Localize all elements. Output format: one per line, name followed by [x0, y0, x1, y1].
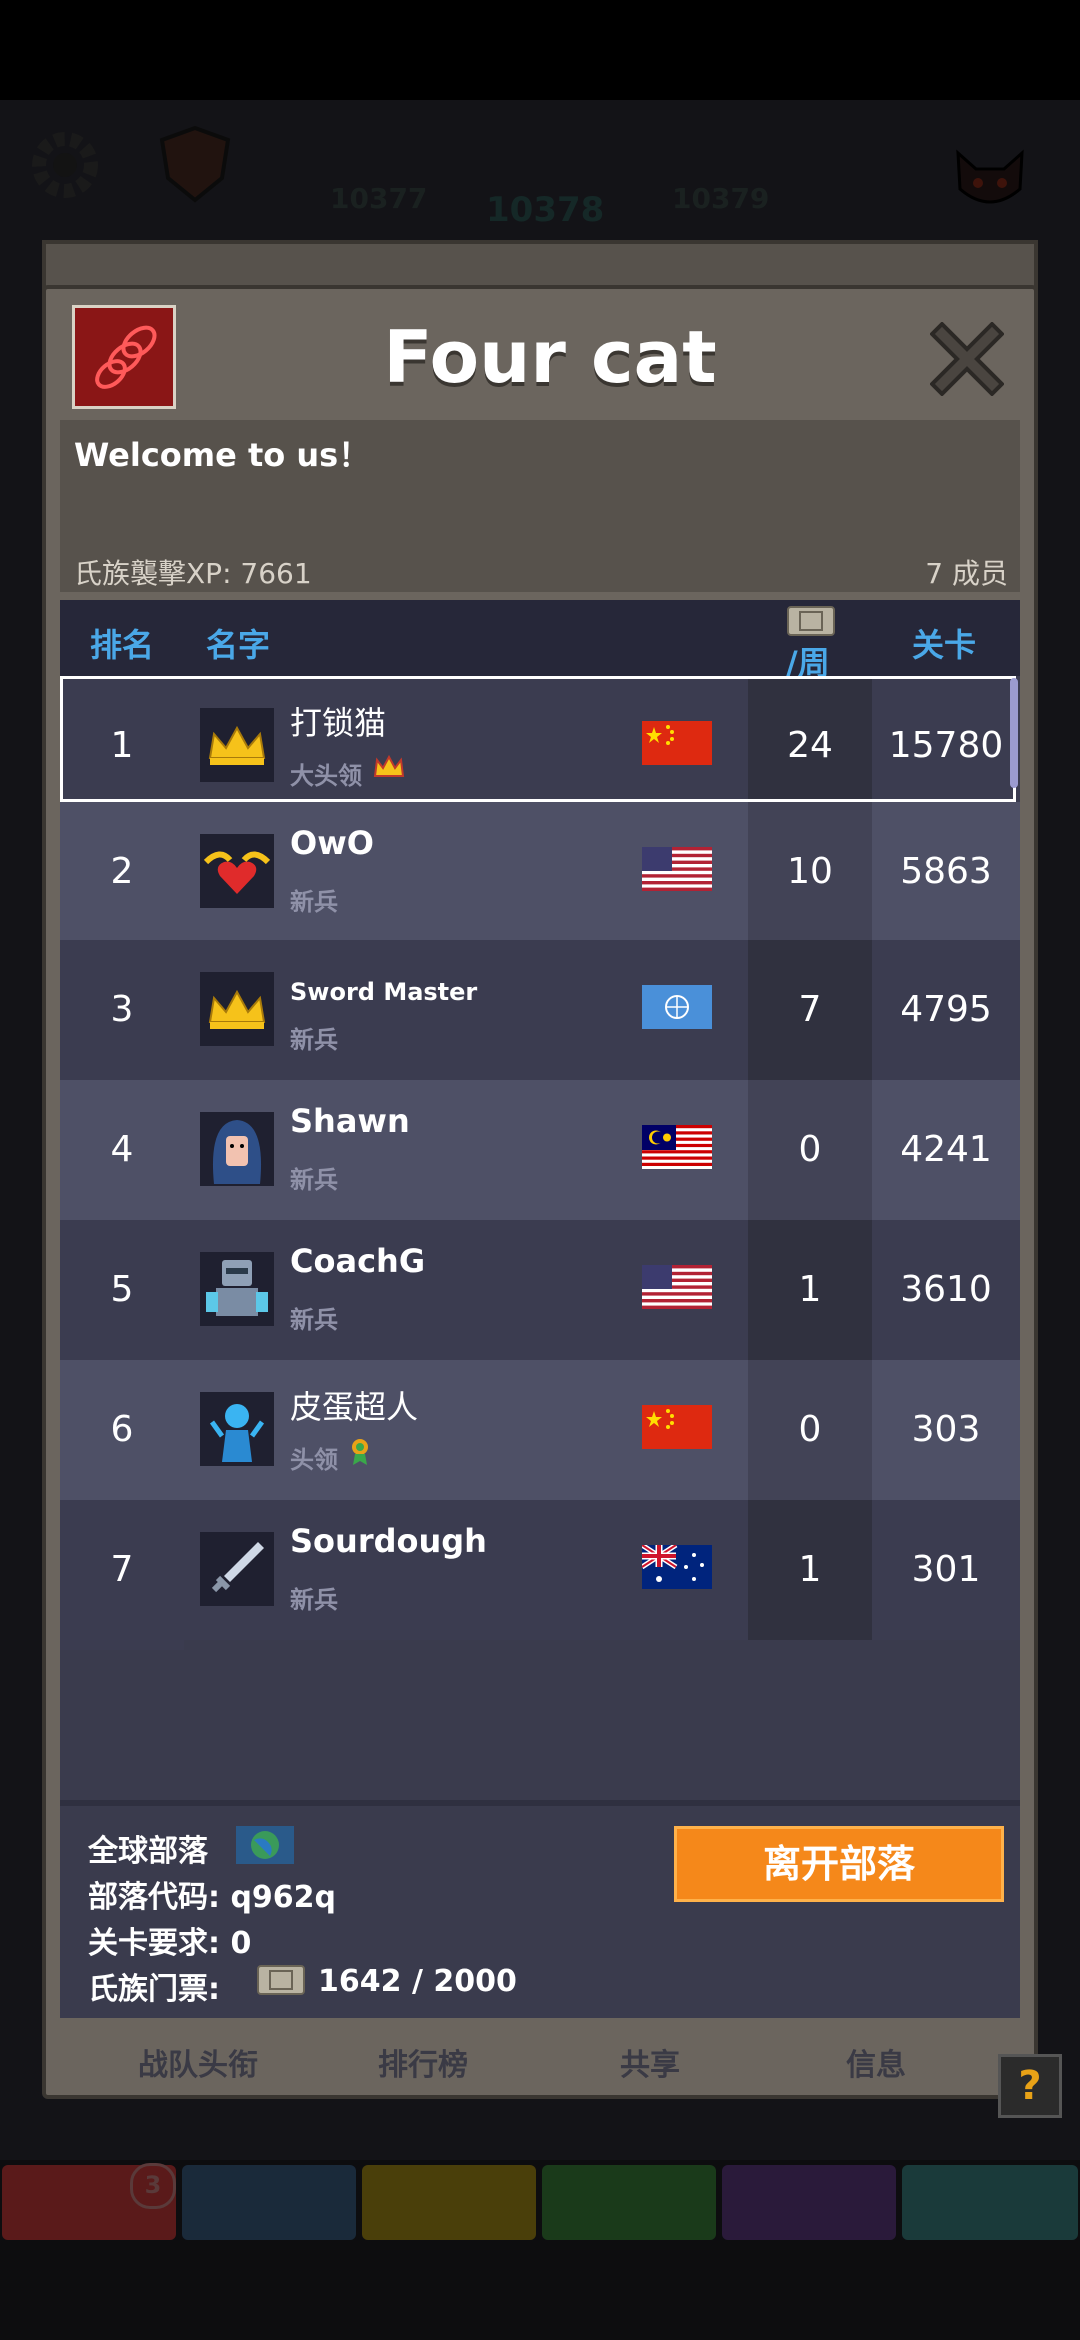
row-week: 0 [798, 1409, 822, 1450]
close-button[interactable] [929, 321, 1005, 397]
row-rank: 3 [110, 989, 134, 1030]
globe-icon [236, 1826, 294, 1864]
flag-china-icon [642, 1405, 712, 1449]
clan-ticket-value: 1642 / 2000 [318, 1964, 517, 1999]
header-rank[interactable]: 排名 [90, 620, 154, 666]
flag-malaysia-icon [642, 1125, 712, 1169]
row-rank: 5 [110, 1269, 134, 1310]
tab-helmet[interactable] [182, 2165, 356, 2240]
blue-spirit-avatar-icon [200, 1392, 274, 1466]
row-level: 4241 [900, 1129, 992, 1170]
row-level: 5863 [900, 851, 992, 892]
row-rank: 6 [110, 1409, 134, 1450]
tab-leaderboard[interactable]: 排行榜 [378, 2040, 468, 2084]
table-row[interactable]: 2 OwO 新兵 10 5863 [60, 802, 1020, 942]
heart-wings-avatar-icon [200, 834, 274, 908]
row-level: 301 [911, 1549, 981, 1590]
row-week: 1 [798, 1269, 822, 1310]
table-row[interactable]: 5 CoachG 新兵 1 3610 [60, 1220, 1020, 1360]
tab-pets[interactable] [542, 2165, 716, 2240]
row-rank: 7 [110, 1549, 134, 1590]
table-row[interactable]: 4 Shawn 新兵 0 4241 [60, 1080, 1020, 1220]
player-role: 新兵 [290, 1166, 338, 1194]
header-level[interactable]: 关卡 [912, 620, 976, 666]
row-level: 3610 [900, 1269, 992, 1310]
player-name: Sourdough [290, 1522, 487, 1560]
flag-australia-icon [640, 1542, 712, 1589]
row-rank: 2 [110, 851, 134, 892]
row-level: 4795 [900, 989, 992, 1030]
flag-usa-icon [642, 847, 712, 891]
member-count: 7 成员 [925, 557, 1008, 590]
row-rank: 4 [110, 1129, 134, 1170]
clan-title: Four cat [383, 315, 717, 399]
tab-heart[interactable] [722, 2165, 896, 2240]
row-week: 10 [787, 851, 833, 892]
table-row[interactable]: 3 Sword Master 新兵 7 4795 [60, 940, 1020, 1080]
close-icon [929, 321, 1005, 397]
clan-raid-xp: 氏族襲擊XP: 7661 [74, 557, 312, 590]
player-name: CoachG [290, 1242, 426, 1280]
level-requirement: 关卡要求: 0 [88, 1926, 252, 1961]
player-name: Sword Master [290, 978, 478, 1006]
tab-armor[interactable] [362, 2165, 536, 2240]
table-filler [60, 1640, 184, 1650]
flag-usa-icon [642, 1265, 712, 1309]
row-week: 7 [798, 989, 822, 1030]
tab-chest[interactable] [902, 2165, 1078, 2240]
help-button[interactable]: ? [998, 2054, 1062, 2118]
selected-row-highlight [60, 676, 1016, 802]
leave-clan-button[interactable]: 离开部落 [674, 1826, 1004, 1902]
sword-avatar-icon [200, 1532, 274, 1606]
row-level: 303 [911, 1409, 981, 1450]
status-bar-area [0, 0, 1080, 100]
table-scrollbar[interactable] [1010, 678, 1018, 788]
tab-clan-title[interactable]: 战队头衔 [138, 2040, 258, 2084]
ticket-icon [256, 1962, 306, 1998]
flag-globe-icon [642, 985, 712, 1029]
clan-emblem-icon [72, 305, 176, 409]
hooded-avatar-icon [200, 1112, 274, 1186]
player-name: Shawn [290, 1102, 410, 1140]
ticket-icon [786, 604, 836, 638]
clan-ticket-label: 氏族门票: [88, 1972, 220, 2007]
tab-share[interactable]: 共享 [620, 2040, 680, 2084]
player-role: 头领 [290, 1446, 338, 1474]
player-role: 新兵 [290, 888, 338, 916]
table-header: 排名 名字 /周 关卡 [60, 600, 1020, 682]
player-name: 皮蛋超人 [290, 1388, 419, 1426]
header-name[interactable]: 名字 [206, 620, 270, 666]
global-clan-label: 全球部落 [88, 1834, 208, 1869]
tab-info[interactable]: 信息 [846, 2040, 906, 2084]
tab-weapons[interactable]: 3 [2, 2163, 176, 2240]
officer-medal-icon [348, 1436, 372, 1466]
player-name: OwO [290, 824, 374, 862]
table-row[interactable]: 6 皮蛋超人 头领 0 303 [60, 1360, 1020, 1500]
table-row[interactable]: 7 Sourdough 新兵 1 301 [60, 1500, 1020, 1640]
clan-description: Welcome to us！ [74, 436, 371, 474]
player-role: 新兵 [290, 1586, 338, 1614]
player-role: 新兵 [290, 1306, 338, 1334]
clan-code[interactable]: 部落代码: q962q [88, 1872, 336, 1916]
row-week: 1 [798, 1549, 822, 1590]
crown-avatar-icon [200, 972, 274, 1046]
robot-avatar-icon [200, 1252, 274, 1326]
player-role: 新兵 [290, 1026, 338, 1054]
tab-badge: 3 [130, 2163, 176, 2209]
row-week: 0 [798, 1129, 822, 1170]
